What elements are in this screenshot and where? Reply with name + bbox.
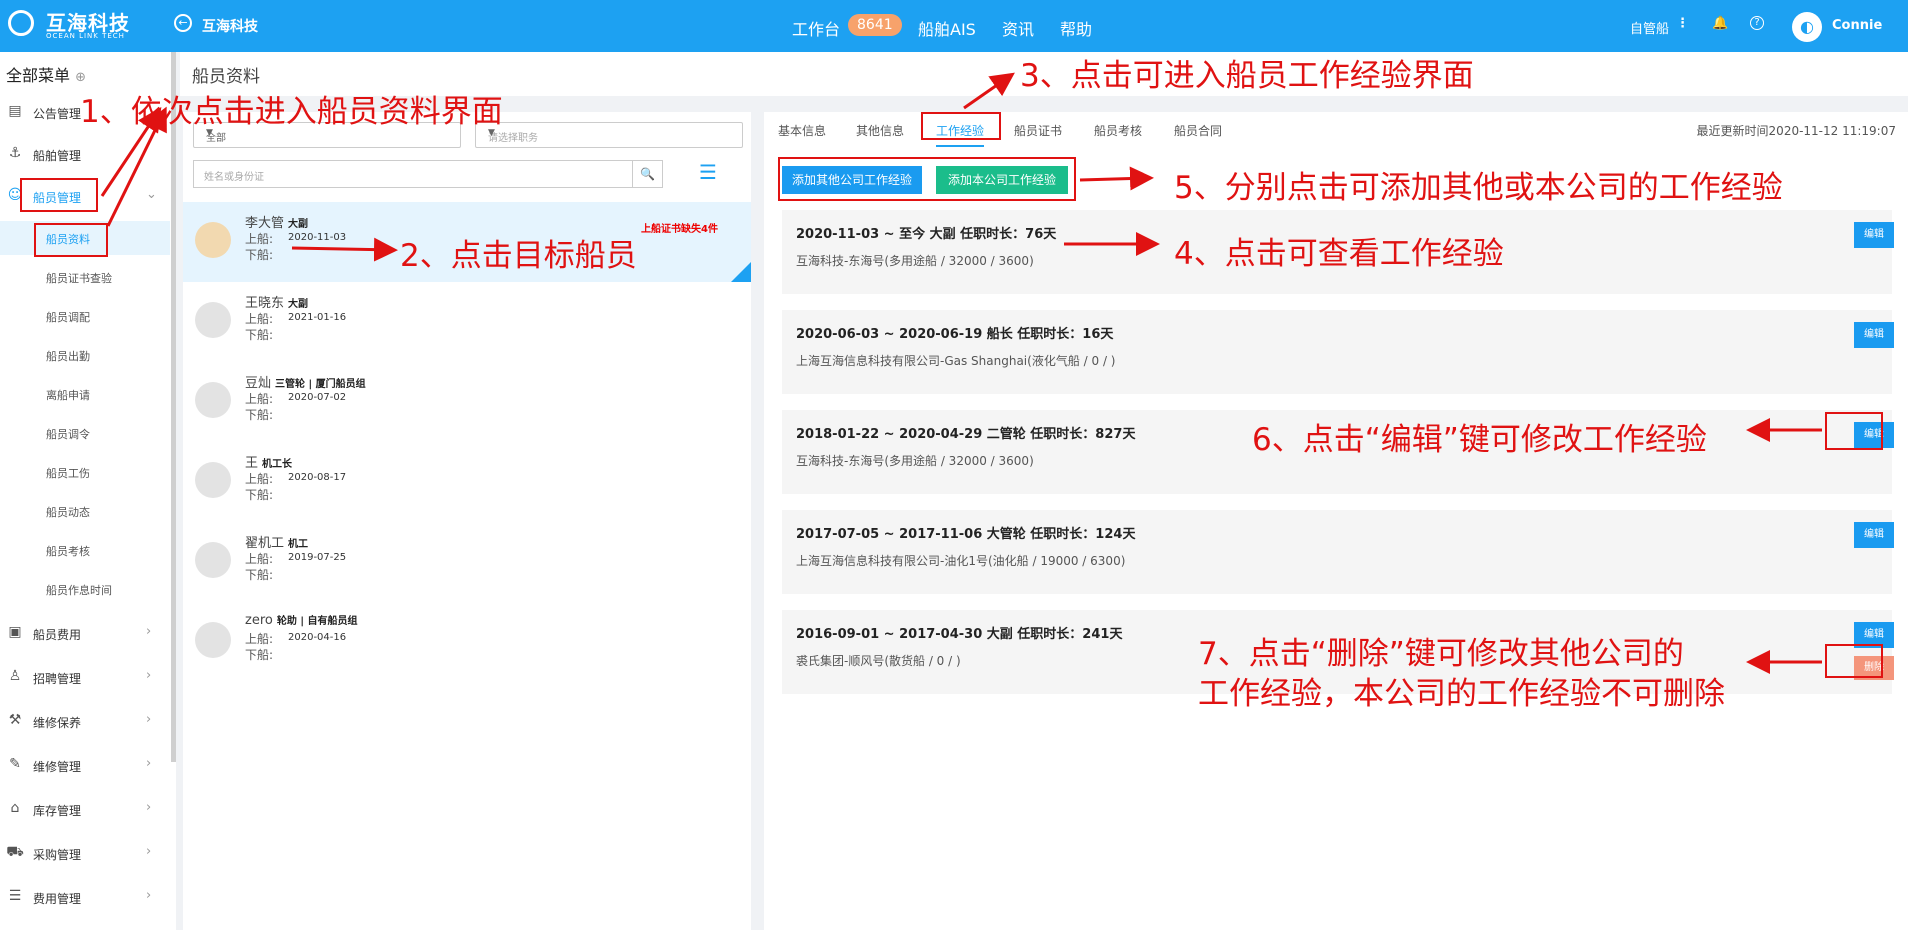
annotation-step-2: 2、点击目标船员 <box>400 238 637 274</box>
annotation-step-3: 3、点击可进入船员工作经验界面 <box>1020 58 1474 94</box>
annotation-step-4: 4、点击可查看工作经验 <box>1174 236 1504 272</box>
annotation-step-7-line2: 工作经验，本公司的工作经验不可删除 <box>1198 676 1725 712</box>
annotation-step-1: 1、依次点击进入船员资料界面 <box>80 94 503 130</box>
annotation-step-7-line1: 7、点击“删除”键可修改其他公司的 <box>1198 636 1684 672</box>
annotation-step-5: 5、分别点击可添加其他或本公司的工作经验 <box>1174 170 1783 206</box>
annotation-arrows <box>100 72 1822 674</box>
annotation-step-6: 6、点击“编辑”键可修改工作经验 <box>1252 422 1707 458</box>
